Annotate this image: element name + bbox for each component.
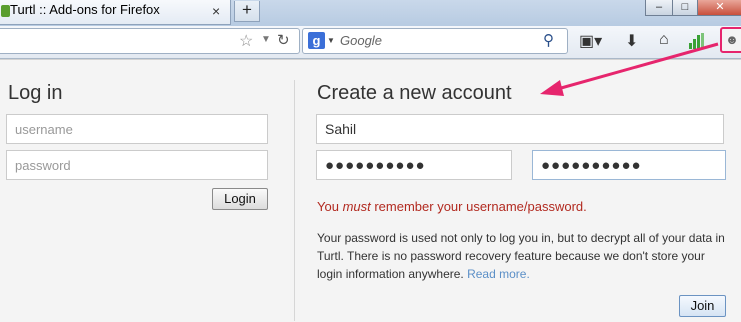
maximize-button[interactable]: □ [672, 0, 698, 16]
window-controls: – □ ✕ [645, 0, 741, 18]
star-icon[interactable]: ☆ [239, 31, 253, 51]
search-bar[interactable]: g ▼ Google ⚲ [302, 28, 568, 54]
tab-title: Turtl :: Add-ons for Firefox [10, 2, 160, 17]
addon-favicon-icon [1, 5, 10, 17]
minimize-button[interactable]: – [645, 0, 673, 16]
google-icon[interactable]: g [308, 32, 325, 49]
signup-password-input[interactable] [316, 150, 512, 180]
tab-turtl[interactable]: Turtl :: Add-ons for Firefox × [0, 0, 231, 25]
password-info-text: Your password is used not only to log yo… [317, 231, 725, 281]
new-tab-button[interactable]: + [234, 1, 260, 22]
search-placeholder: Google [340, 33, 382, 48]
login-password-input[interactable] [6, 150, 268, 180]
login-button[interactable]: Login [212, 188, 268, 210]
dropdown-icon[interactable]: ▼ [261, 34, 271, 45]
search-engine-dropdown-icon[interactable]: ▼ [327, 36, 335, 45]
panel-divider [294, 80, 295, 321]
close-window-button[interactable]: ✕ [697, 0, 741, 16]
signup-username-input[interactable] [316, 114, 724, 144]
password-warning: You must remember your username/password… [317, 199, 587, 214]
reload-icon[interactable]: ↻ [277, 31, 290, 49]
read-more-link[interactable]: Read more. [467, 267, 530, 281]
join-button[interactable]: Join [679, 295, 726, 317]
signup-confirm-password-input[interactable] [532, 150, 726, 180]
tab-close-icon[interactable]: × [212, 3, 220, 19]
login-username-input[interactable] [6, 114, 268, 144]
url-bar[interactable]: ☆ ▼ ↻ [0, 28, 300, 54]
login-heading: Log in [8, 82, 63, 104]
annotation-arrow [540, 42, 719, 96]
create-account-heading: Create a new account [317, 82, 512, 104]
tab-strip: Turtl :: Add-ons for Firefox × + – □ ✕ [0, 0, 741, 26]
